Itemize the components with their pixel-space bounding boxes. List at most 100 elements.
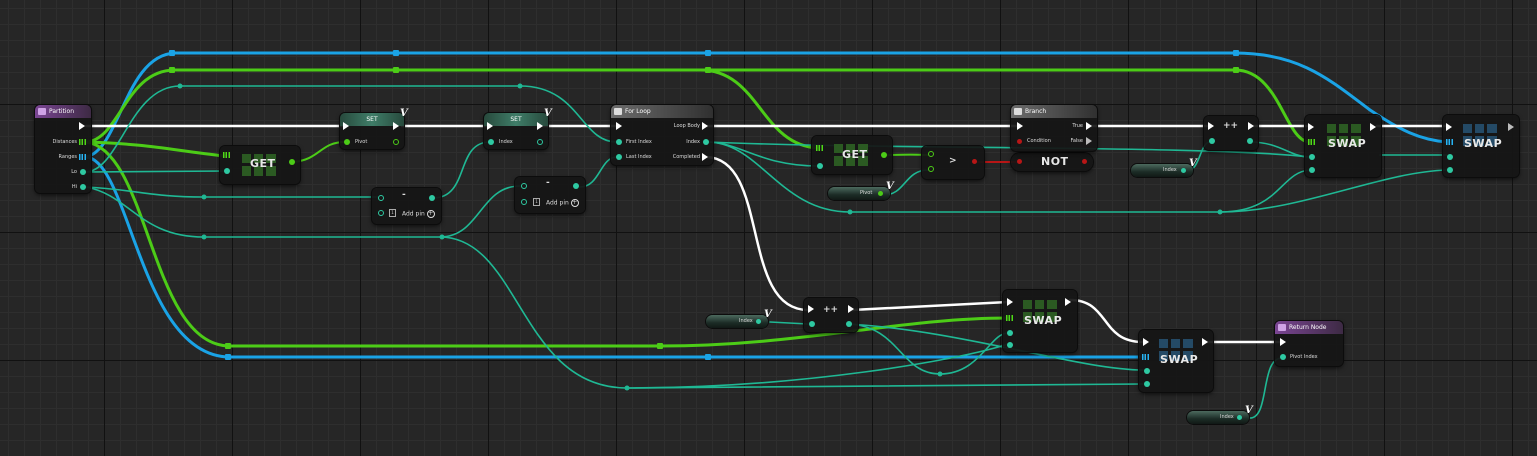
exec-out-pin[interactable] bbox=[537, 122, 543, 130]
index-in-pin[interactable] bbox=[488, 139, 494, 145]
exec-in-pin[interactable] bbox=[808, 305, 814, 313]
subtract-node-1[interactable]: - 1 Add pin + bbox=[372, 188, 441, 224]
value-out-pin[interactable] bbox=[881, 152, 887, 158]
pivot-out-pin[interactable] bbox=[393, 139, 399, 145]
a-in-pin[interactable] bbox=[378, 195, 384, 201]
index-in-pin[interactable] bbox=[817, 163, 823, 169]
index-variable-1[interactable]: Index V bbox=[1131, 158, 1197, 177]
add-pin-button[interactable]: Add pin + bbox=[402, 210, 435, 218]
hi-pin[interactable] bbox=[80, 184, 86, 190]
a-in-pin[interactable] bbox=[928, 151, 934, 157]
increment-node-2[interactable]: ++ bbox=[804, 298, 858, 332]
bool-out-pin[interactable] bbox=[1082, 159, 1087, 164]
index-variable-3[interactable]: Index V bbox=[1187, 405, 1253, 424]
exec-in-pin[interactable] bbox=[616, 122, 622, 130]
exec-out-pin[interactable] bbox=[1065, 298, 1071, 306]
for-loop-node[interactable]: For Loop Loop Body First Index Index Las… bbox=[611, 105, 713, 165]
exec-in-pin[interactable] bbox=[1007, 298, 1013, 306]
return-node[interactable]: Return Node Pivot Index bbox=[1275, 321, 1343, 366]
exec-out-pin[interactable] bbox=[1508, 123, 1514, 131]
value-in-pin[interactable] bbox=[1209, 138, 1215, 144]
b-in-pin[interactable] bbox=[521, 199, 527, 205]
partition-node[interactable]: Partition Distances Ranges Lo Hi bbox=[35, 105, 91, 193]
swap-node-3[interactable]: SWAP bbox=[1003, 290, 1077, 352]
branch-node[interactable]: Branch True Condition False bbox=[1011, 105, 1097, 151]
completed-pin[interactable] bbox=[702, 153, 708, 161]
exec-in-pin[interactable] bbox=[1208, 122, 1214, 130]
b-in-pin[interactable] bbox=[378, 210, 384, 216]
pivot-in-pin[interactable] bbox=[344, 139, 350, 145]
first-index-pin[interactable] bbox=[616, 139, 622, 145]
not-node[interactable]: NOT bbox=[1011, 153, 1093, 171]
condition-pin[interactable] bbox=[1017, 139, 1022, 144]
array-in-pin[interactable] bbox=[816, 145, 824, 151]
array-in-pin[interactable] bbox=[1446, 139, 1454, 145]
first-index-pin[interactable] bbox=[1309, 154, 1315, 160]
result-out-pin[interactable] bbox=[573, 183, 579, 189]
pivot-variable[interactable]: Pivot V bbox=[828, 181, 894, 200]
index-out-pin[interactable] bbox=[756, 319, 761, 324]
swap-node-2[interactable]: SWAP bbox=[1443, 115, 1519, 177]
array-in-pin[interactable] bbox=[223, 152, 231, 158]
value-out-pin[interactable] bbox=[1247, 138, 1253, 144]
exec-in-pin[interactable] bbox=[1143, 338, 1149, 346]
exec-in-pin[interactable] bbox=[1308, 123, 1314, 131]
value-in-pin[interactable] bbox=[809, 321, 815, 327]
lo-pin[interactable] bbox=[80, 169, 86, 175]
first-index-pin[interactable] bbox=[1144, 368, 1150, 374]
true-pin[interactable] bbox=[1086, 122, 1092, 130]
exec-out-pin[interactable] bbox=[1202, 338, 1208, 346]
index-variable-2[interactable]: Index V bbox=[706, 309, 772, 328]
get-node-1[interactable]: GET bbox=[220, 146, 300, 184]
exec-in-pin[interactable] bbox=[1017, 122, 1023, 130]
add-pin-button[interactable]: Add pin + bbox=[546, 199, 579, 207]
false-pin[interactable] bbox=[1086, 137, 1092, 145]
second-index-pin[interactable] bbox=[1309, 167, 1315, 173]
value-out-pin[interactable] bbox=[289, 159, 295, 165]
first-index-pin[interactable] bbox=[1007, 330, 1013, 336]
bool-in-pin[interactable] bbox=[1017, 159, 1022, 164]
second-index-pin[interactable] bbox=[1007, 342, 1013, 348]
exec-in-pin[interactable] bbox=[1280, 338, 1286, 346]
exec-out-pin[interactable] bbox=[1248, 122, 1254, 130]
pivot-out-pin[interactable] bbox=[878, 191, 883, 196]
distances-pin[interactable] bbox=[79, 139, 87, 145]
index-in-pin[interactable] bbox=[224, 168, 230, 174]
index-out-pin[interactable] bbox=[1181, 168, 1186, 173]
last-index-pin[interactable] bbox=[616, 154, 622, 160]
second-index-pin[interactable] bbox=[1144, 381, 1150, 387]
b-in-pin[interactable] bbox=[928, 166, 934, 172]
exec-in-pin[interactable] bbox=[1446, 123, 1452, 131]
value-out-pin[interactable] bbox=[846, 321, 852, 327]
index-label: Index bbox=[686, 139, 700, 145]
second-index-pin[interactable] bbox=[1447, 167, 1453, 173]
index-out-pin[interactable] bbox=[537, 139, 543, 145]
pivot-index-pin[interactable] bbox=[1280, 354, 1286, 360]
exec-in-pin[interactable] bbox=[343, 122, 349, 130]
increment-node-1[interactable]: ++ bbox=[1204, 116, 1258, 150]
get-node-2[interactable]: GET bbox=[812, 136, 892, 174]
array-in-pin[interactable] bbox=[1308, 139, 1316, 145]
index-out-pin[interactable] bbox=[1237, 415, 1242, 420]
array-in-pin[interactable] bbox=[1142, 354, 1150, 360]
exec-out-pin[interactable] bbox=[79, 122, 85, 130]
set-pivot-node[interactable]: SET Pivot bbox=[340, 113, 404, 149]
last-index-label: Last Index bbox=[626, 154, 652, 160]
swap-node-4[interactable]: SWAP bbox=[1139, 330, 1213, 392]
exec-out-pin[interactable] bbox=[393, 122, 399, 130]
first-index-pin[interactable] bbox=[1447, 154, 1453, 160]
subtract-node-2[interactable]: - 1 Add pin + bbox=[515, 177, 585, 213]
swap-node-1[interactable]: SWAP bbox=[1305, 115, 1381, 177]
a-in-pin[interactable] bbox=[521, 183, 527, 189]
exec-in-pin[interactable] bbox=[487, 122, 493, 130]
array-in-pin[interactable] bbox=[1006, 315, 1014, 321]
exec-out-pin[interactable] bbox=[1370, 123, 1376, 131]
result-out-pin[interactable] bbox=[429, 195, 435, 201]
loop-body-pin[interactable] bbox=[702, 122, 708, 130]
bool-out-pin[interactable] bbox=[972, 159, 977, 164]
greater-node[interactable]: > bbox=[922, 146, 984, 179]
exec-out-pin[interactable] bbox=[848, 305, 854, 313]
set-index-node[interactable]: SET Index bbox=[484, 113, 548, 149]
ranges-pin[interactable] bbox=[79, 154, 87, 160]
index-out-pin[interactable] bbox=[703, 139, 709, 145]
